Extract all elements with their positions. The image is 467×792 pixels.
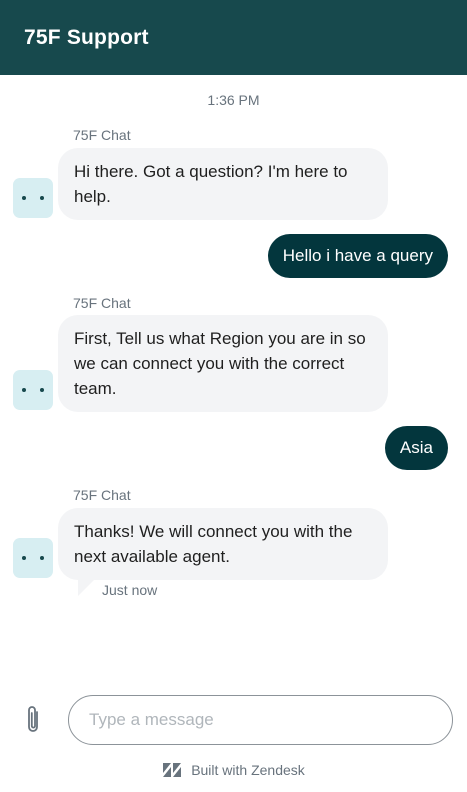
message-status: Just now [102, 582, 158, 598]
user-message-bubble: Hello i have a query [267, 234, 448, 278]
bubble-tail [78, 580, 94, 596]
conversation-timestamp: 1:36 PM [207, 92, 260, 108]
user-message-bubble: Asia [384, 426, 448, 470]
bot-avatar [13, 538, 53, 578]
paperclip-icon[interactable] [22, 703, 44, 737]
sender-name: 75F Chat [73, 127, 131, 143]
bot-message-bubble: Hi there. Got a question? I'm here to he… [58, 148, 388, 220]
sender-name: 75F Chat [73, 295, 131, 311]
sender-name: 75F Chat [73, 487, 131, 503]
bot-message-bubble: Thanks! We will connect you with the nex… [58, 508, 388, 580]
footer-text: Built with Zendesk [191, 762, 305, 778]
chat-header: 75F Support [0, 0, 467, 75]
message-input[interactable] [89, 710, 429, 730]
bot-avatar [13, 178, 53, 218]
footer-branding[interactable]: Built with Zendesk [0, 762, 467, 778]
bot-message-bubble: First, Tell us what Region you are in so… [58, 315, 388, 412]
message-input-container[interactable] [68, 695, 453, 745]
zendesk-logo-icon [163, 763, 182, 777]
header-title: 75F Support [24, 25, 149, 49]
bot-avatar [13, 370, 53, 410]
